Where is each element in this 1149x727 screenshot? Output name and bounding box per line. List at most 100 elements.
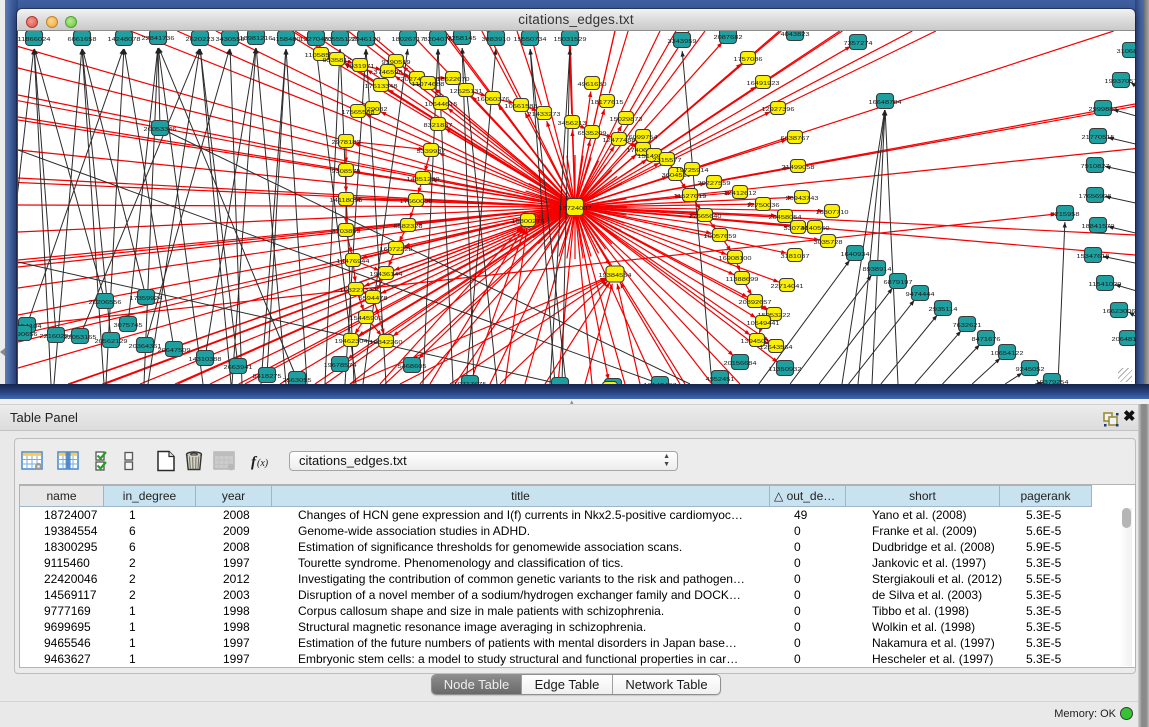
svg-text:7910827: 7910827 bbox=[1081, 164, 1110, 170]
svg-text:3181037: 3181037 bbox=[781, 254, 810, 260]
svg-text:2315577: 2315577 bbox=[653, 158, 682, 164]
svg-text:4043823: 4043823 bbox=[781, 32, 810, 38]
svg-text:9474444: 9474444 bbox=[906, 292, 935, 298]
svg-text:20648195: 20648195 bbox=[1112, 337, 1136, 343]
svg-text:4952451: 4952451 bbox=[706, 377, 735, 383]
svg-text:19937057: 19937057 bbox=[1105, 79, 1136, 85]
svg-text:18724007: 18724007 bbox=[559, 206, 592, 212]
svg-text:4158480: 4158480 bbox=[272, 37, 301, 43]
svg-text:17565588: 17565588 bbox=[342, 110, 375, 116]
svg-text:19384554: 19384554 bbox=[599, 273, 632, 279]
svg-text:8418275: 8418275 bbox=[253, 374, 282, 380]
svg-text:12525131: 12525131 bbox=[450, 89, 483, 95]
svg-text:18841570: 18841570 bbox=[1082, 224, 1115, 230]
svg-text:15550734: 15550734 bbox=[514, 37, 547, 43]
svg-text:10342260: 10342260 bbox=[370, 340, 403, 346]
svg-text:17359924: 17359924 bbox=[130, 296, 163, 302]
svg-text:14248078: 14248078 bbox=[108, 37, 141, 43]
svg-text:12643564: 12643564 bbox=[760, 345, 793, 351]
svg-text:16060376: 16060376 bbox=[477, 97, 510, 103]
svg-text:10661588: 10661588 bbox=[505, 104, 538, 110]
svg-text:16908100: 16908100 bbox=[719, 256, 752, 262]
svg-text:15445909: 15445909 bbox=[350, 316, 383, 322]
svg-text:6061658: 6061658 bbox=[68, 37, 97, 43]
svg-text:22714041: 22714041 bbox=[771, 284, 804, 290]
svg-text:15300275: 15300275 bbox=[512, 219, 545, 225]
svg-text:20647509: 20647509 bbox=[158, 348, 191, 354]
svg-text:9245052: 9245052 bbox=[1016, 367, 1045, 373]
svg-text:3035728: 3035728 bbox=[814, 240, 843, 246]
svg-text:14476944: 14476944 bbox=[337, 259, 370, 265]
svg-text:3703859: 3703859 bbox=[332, 229, 361, 235]
svg-text:2258145: 2258145 bbox=[448, 36, 477, 42]
svg-text:6099754: 6099754 bbox=[629, 135, 658, 141]
svg-text:16491923: 16491923 bbox=[747, 81, 780, 87]
svg-text:19678574: 19678574 bbox=[324, 363, 357, 369]
svg-text:8938914: 8938914 bbox=[863, 267, 892, 273]
svg-text:8321837: 8321837 bbox=[424, 123, 453, 129]
svg-text:9308575: 9308575 bbox=[332, 169, 361, 175]
svg-text:20392657: 20392657 bbox=[739, 300, 772, 306]
svg-text:12412612: 12412612 bbox=[724, 191, 757, 197]
svg-text:4140560: 4140560 bbox=[801, 226, 830, 232]
svg-text:16648784: 16648784 bbox=[869, 100, 902, 106]
svg-text:18981216: 18981216 bbox=[240, 36, 273, 42]
svg-text:6638767: 6638767 bbox=[781, 136, 810, 142]
svg-text:1640934: 1640934 bbox=[841, 252, 870, 258]
svg-text:2978182: 2978182 bbox=[332, 140, 361, 146]
svg-text:17613348: 17613348 bbox=[365, 84, 398, 90]
svg-text:14310388: 14310388 bbox=[189, 357, 222, 363]
svg-text:20562129: 20562129 bbox=[95, 339, 128, 345]
svg-text:21770515: 21770515 bbox=[1082, 135, 1115, 141]
svg-text:2663941: 2663941 bbox=[224, 365, 253, 371]
svg-text:3215958: 3215958 bbox=[1051, 212, 1080, 218]
svg-text:10057659: 10057659 bbox=[704, 234, 737, 240]
svg-text:2620223: 2620223 bbox=[186, 37, 215, 43]
svg-text:17660000: 17660000 bbox=[400, 199, 433, 205]
svg-text:2946120: 2946120 bbox=[352, 37, 381, 43]
svg-text:14118095: 14118095 bbox=[330, 198, 363, 204]
svg-text:21499058: 21499058 bbox=[782, 165, 815, 171]
svg-text:19436144: 19436144 bbox=[370, 272, 403, 278]
svg-text:20156684: 20156684 bbox=[724, 361, 757, 367]
svg-text:10549441: 10549441 bbox=[747, 321, 780, 327]
svg-text:21433273: 21433273 bbox=[528, 112, 561, 118]
svg-text:18177615: 18177615 bbox=[591, 100, 624, 106]
svg-text:(x): (x) bbox=[257, 458, 269, 469]
svg-text:14351230: 14351230 bbox=[407, 177, 440, 183]
svg-text:3746598: 3746598 bbox=[374, 70, 403, 76]
svg-text:3456213: 3456213 bbox=[558, 121, 587, 127]
svg-text:7632621: 7632621 bbox=[953, 323, 982, 329]
svg-text:15029873: 15029873 bbox=[610, 117, 643, 123]
svg-text:22841736: 22841736 bbox=[142, 36, 175, 42]
svg-text:7031971: 7031971 bbox=[346, 64, 375, 70]
svg-text:8490656: 8490656 bbox=[18, 332, 38, 338]
svg-text:7357274: 7357274 bbox=[844, 41, 873, 47]
svg-text:16307710: 16307710 bbox=[816, 210, 849, 216]
svg-text:4961630: 4961630 bbox=[578, 82, 607, 88]
svg-text:22053165: 22053165 bbox=[64, 335, 97, 341]
svg-text:5468605: 5468605 bbox=[398, 364, 427, 370]
svg-text:20943743: 20943743 bbox=[786, 196, 819, 202]
svg-text:3343959: 3343959 bbox=[668, 39, 697, 45]
svg-text:17656906: 17656906 bbox=[1079, 194, 1112, 200]
svg-text:20206556: 20206556 bbox=[89, 300, 122, 306]
svg-text:5339937: 5339937 bbox=[417, 149, 446, 155]
svg-text:19462304: 19462304 bbox=[335, 339, 368, 345]
svg-text:20227559: 20227559 bbox=[698, 181, 731, 187]
svg-text:11527619: 11527619 bbox=[674, 194, 707, 200]
svg-text:6582326: 6582326 bbox=[394, 224, 423, 230]
svg-text:18622670: 18622670 bbox=[437, 77, 470, 83]
svg-text:15347616: 15347616 bbox=[1077, 254, 1110, 260]
svg-text:15031529: 15031529 bbox=[554, 37, 587, 43]
svg-text:18026717: 18026717 bbox=[392, 37, 425, 43]
svg-text:11541029: 11541029 bbox=[1089, 282, 1122, 288]
svg-text:8471676: 8471676 bbox=[972, 337, 1001, 343]
svg-text:6879197: 6879197 bbox=[884, 280, 913, 286]
svg-text:20053346: 20053346 bbox=[144, 127, 177, 133]
svg-text:16072228: 16072228 bbox=[380, 247, 413, 253]
svg-text:12750036: 12750036 bbox=[747, 203, 780, 209]
svg-text:3075745: 3075745 bbox=[114, 323, 143, 329]
svg-text:3883910: 3883910 bbox=[482, 37, 511, 43]
svg-text:11866024: 11866024 bbox=[18, 37, 51, 43]
